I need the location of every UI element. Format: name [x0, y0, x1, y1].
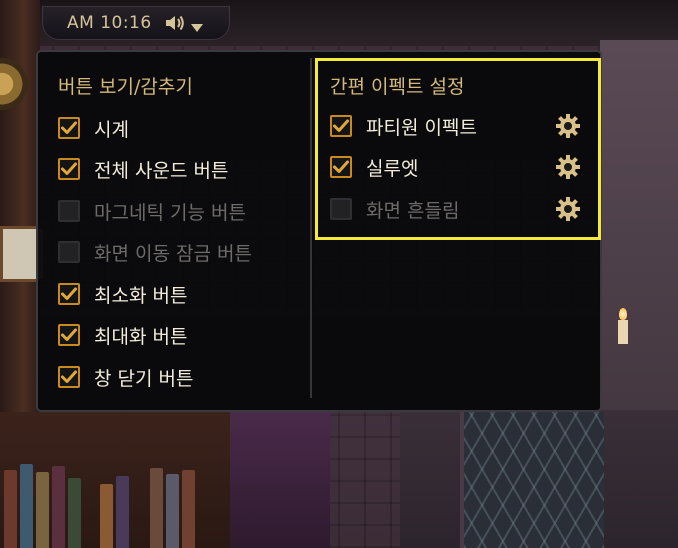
option-all-sound-button[interactable]: 전체 사운드 버튼 — [58, 155, 228, 183]
gear-icon[interactable] — [555, 154, 581, 180]
option-party-effect[interactable]: 파티원 이펙트 — [330, 112, 477, 140]
checkbox-checked[interactable] — [58, 117, 80, 139]
option-magnetic-button[interactable]: 마그네틱 기능 버튼 — [58, 197, 246, 225]
left-section-title: 버튼 보기/감추기 — [58, 76, 193, 98]
clock-widget: AM 10:16 — [42, 6, 230, 40]
speaker-icon[interactable] — [164, 13, 186, 33]
checkbox-checked[interactable] — [58, 366, 80, 388]
option-screen-shake[interactable]: 화면 흔들림 — [330, 195, 459, 223]
checkbox-checked[interactable] — [58, 283, 80, 305]
option-label: 마그네틱 기능 버튼 — [94, 201, 246, 224]
gear-icon[interactable] — [555, 113, 581, 139]
gear-icon[interactable] — [555, 196, 581, 222]
triangle-down-icon[interactable] — [190, 18, 204, 32]
checkbox-unchecked[interactable] — [58, 200, 80, 222]
option-label: 실루엣 — [366, 157, 419, 180]
checkbox-checked[interactable] — [330, 115, 352, 137]
option-label: 창 닫기 버튼 — [94, 367, 194, 390]
button-visibility-panel: 버튼 보기/감추기 시계 전체 사운드 버튼 마그네틱 기능 버튼 화면 이동 … — [36, 50, 602, 412]
option-label: 화면 흔들림 — [366, 199, 460, 222]
option-screen-lock-button[interactable]: 화면 이동 잠금 버튼 — [58, 238, 252, 266]
option-minimize-button[interactable]: 최소화 버튼 — [58, 280, 187, 308]
option-maximize-button[interactable]: 최대화 버튼 — [58, 321, 187, 349]
right-section-title: 간편 이펙트 설정 — [330, 76, 465, 98]
candle-decoration — [618, 320, 628, 344]
option-silhouette[interactable]: 실루엣 — [330, 153, 418, 181]
option-label: 화면 이동 잠금 버튼 — [94, 242, 252, 265]
option-label: 최대화 버튼 — [94, 325, 188, 348]
clock-time: AM 10:16 — [67, 13, 152, 33]
option-close-window-button[interactable]: 창 닫기 버튼 — [58, 363, 193, 391]
option-label: 파티원 이펙트 — [366, 116, 477, 139]
option-clock[interactable]: 시계 — [58, 114, 129, 142]
checkbox-checked[interactable] — [58, 324, 80, 346]
checkbox-unchecked[interactable] — [330, 198, 352, 220]
option-label: 전체 사운드 버튼 — [94, 159, 229, 182]
section-divider — [310, 58, 312, 398]
option-label: 최소화 버튼 — [94, 284, 188, 307]
checkbox-checked[interactable] — [330, 156, 352, 178]
option-label: 시계 — [94, 118, 129, 141]
checkbox-checked[interactable] — [58, 158, 80, 180]
checkbox-unchecked[interactable] — [58, 241, 80, 263]
